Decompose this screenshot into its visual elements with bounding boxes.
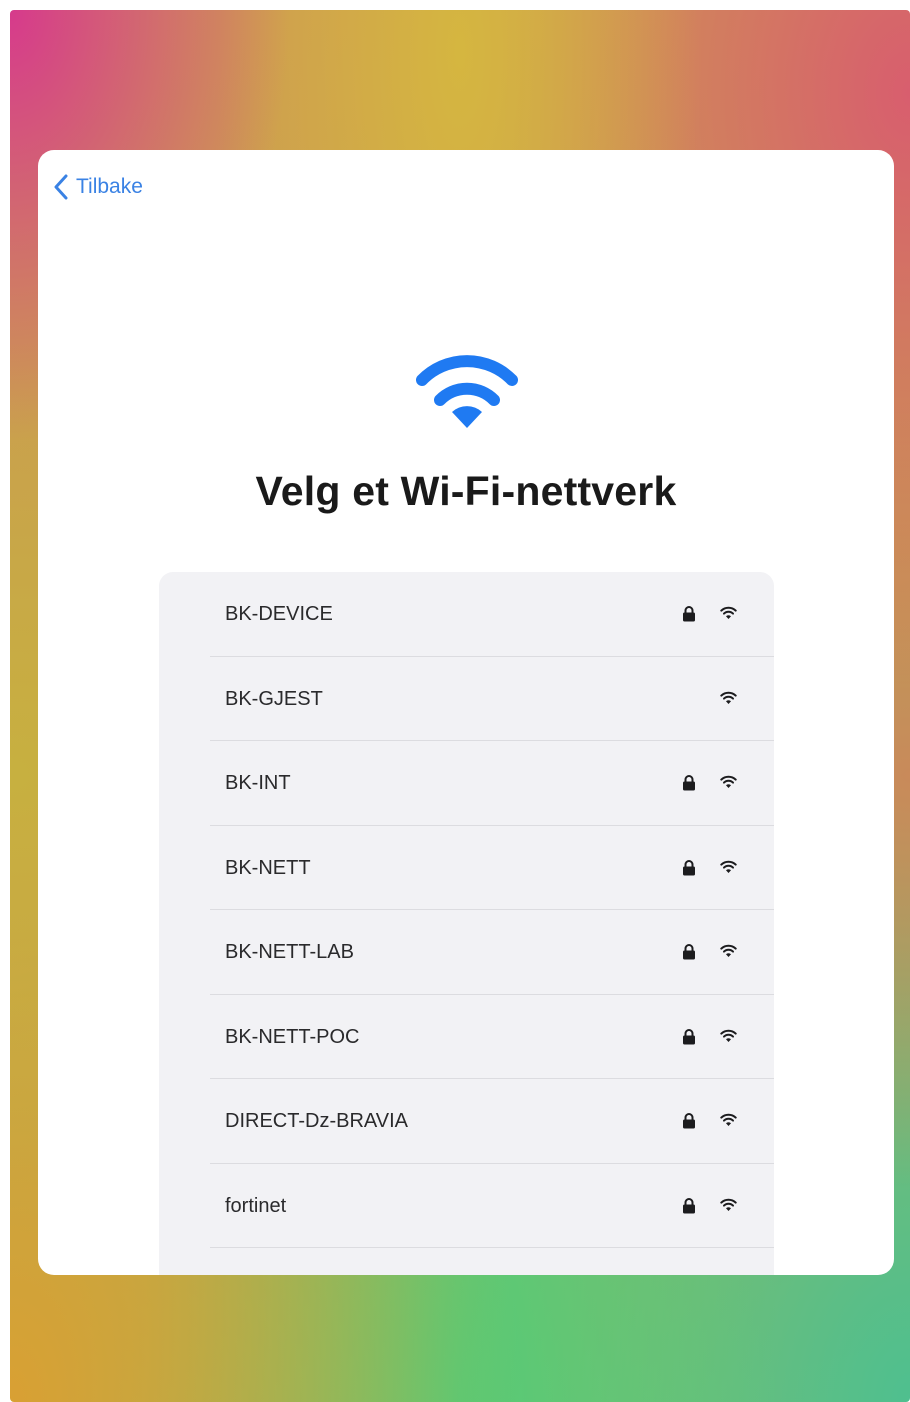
wifi-signal-icon [720,944,737,958]
lock-icon [682,943,696,960]
network-name: BK-NETT-POC [225,1025,360,1048]
network-name: DIRECT-Dz-BRAVIA [225,1110,408,1132]
row-separator [210,1247,774,1248]
network-row[interactable]: BK-NETT-LAB [159,910,774,995]
lock-icon [682,859,696,876]
wifi-icon [416,355,518,428]
network-name: BK-NETT-LAB [225,941,354,963]
lock-icon [682,1197,696,1214]
wifi-signal-icon [720,1029,737,1043]
chevron-left-icon [54,174,68,200]
lock-icon [682,1028,696,1045]
network-row[interactable]: BK-INT [159,741,774,826]
network-row[interactable]: DIRECT-Dz-BRAVIA [159,1079,774,1164]
network-name: BK-INT [225,772,291,794]
setup-card: Tilbake Velg et Wi-Fi-nettverk BK-DEVICE… [38,150,894,1275]
wifi-signal-icon [720,1113,737,1127]
page-title: Velg et Wi-Fi-nettverk [255,468,677,514]
network-name: fortinet [225,1194,287,1217]
wifi-signal-icon [720,606,737,620]
lock-icon [682,1112,696,1129]
network-name: BK-GJEST [225,687,323,710]
back-label: Tilbake [76,175,143,198]
lock-icon [682,605,696,622]
wifi-signal-icon [720,860,737,874]
network-row[interactable]: BK-NETT [159,826,774,910]
network-row[interactable]: fortinet [159,1164,774,1248]
network-name: BK-DEVICE [225,603,333,625]
network-list: BK-DEVICE BK-GJEST BK-INT BK-NETT BK-NETT-LA… [159,572,774,1275]
network-row[interactable]: BK-NETT-POC [159,995,774,1079]
network-row[interactable]: BK-GJEST [159,657,774,741]
network-row[interactable]: BK-DEVICE [159,572,774,657]
back-button[interactable]: Tilbake [54,174,143,200]
wifi-signal-icon [720,1198,737,1212]
wifi-signal-icon [720,775,737,789]
lock-icon [682,774,696,791]
network-name: BK-NETT [225,856,311,879]
wifi-signal-icon [720,691,737,705]
